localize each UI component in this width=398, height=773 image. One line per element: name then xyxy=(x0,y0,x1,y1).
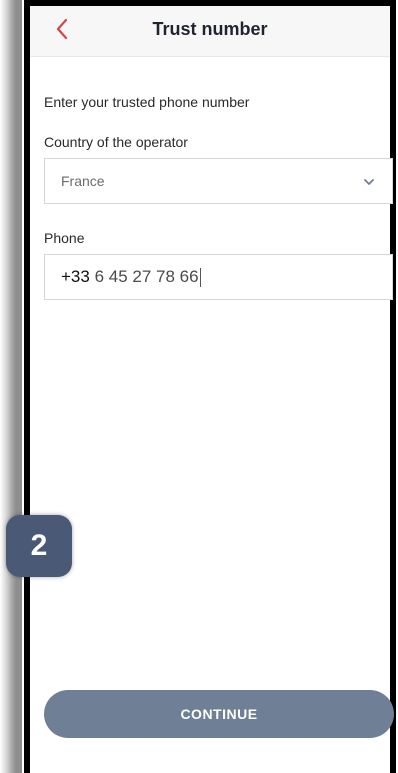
page-title: Trust number xyxy=(152,19,268,39)
phone-prefix: +33 xyxy=(61,267,90,286)
phone-input[interactable]: +33 6 45 27 78 66 xyxy=(44,254,393,300)
phone-label: Phone xyxy=(44,230,85,246)
app-header: Trust number xyxy=(30,6,390,57)
phone-frame: Trust number Enter your trusted phone nu… xyxy=(24,0,396,773)
intro-text: Enter your trusted phone number xyxy=(44,94,250,110)
left-edge-shadow xyxy=(0,0,22,773)
text-caret xyxy=(199,268,201,288)
phone-number: 6 45 27 78 66 xyxy=(94,267,199,286)
step-number-badge: 2 xyxy=(6,515,72,577)
phone-input-text: +33 6 45 27 78 66 xyxy=(61,267,201,288)
chevron-down-icon xyxy=(364,179,374,185)
country-select[interactable]: France xyxy=(44,158,393,204)
country-label: Country of the operator xyxy=(44,134,188,150)
continue-button[interactable]: CONTINUE xyxy=(44,690,394,738)
country-select-value: France xyxy=(61,173,105,189)
